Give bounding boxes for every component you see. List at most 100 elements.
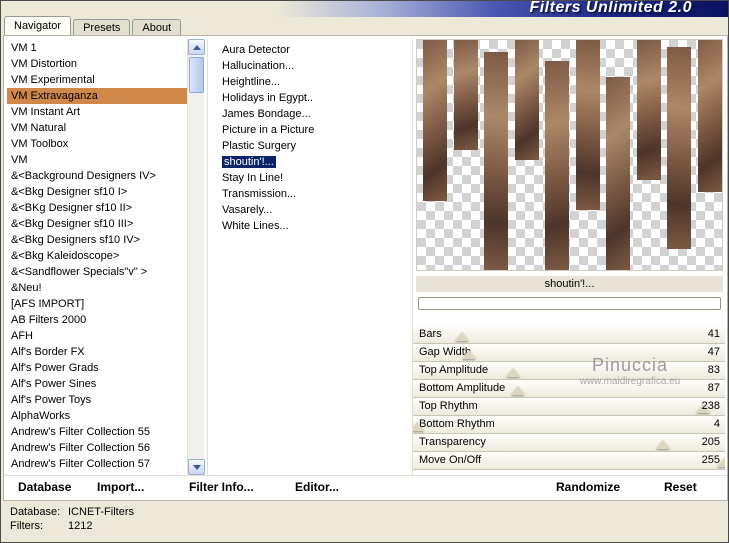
status-database: Database: ICNET-Filters — [10, 506, 134, 518]
preview-strip — [667, 46, 692, 250]
category-item[interactable]: Alf's Power Sines — [7, 376, 187, 392]
slider-value: 255 — [701, 454, 720, 466]
slider-value: 87 — [707, 382, 720, 394]
preview-strip — [453, 40, 478, 151]
slider-row[interactable]: Top Amplitude 83 — [413, 362, 725, 380]
slider-label: Bottom Amplitude — [419, 382, 506, 394]
category-item[interactable]: VM Distortion — [7, 56, 187, 72]
preview-strip — [484, 51, 509, 270]
slider-thumb[interactable] — [455, 332, 470, 341]
category-item[interactable]: AB Filters 2000 — [7, 312, 187, 328]
slider-row[interactable]: Transparency 205 — [413, 434, 725, 452]
slider-row[interactable]: Bottom Rhythm 4 — [413, 416, 725, 434]
filter-item[interactable]: White Lines... — [208, 218, 409, 234]
slider-panel: Bars 41 Gap Width 47 Top Amplitude 83 Bottom A… — [413, 326, 725, 470]
category-scrollbar[interactable] — [187, 39, 205, 475]
category-item[interactable]: Alf's Power Grads — [7, 360, 187, 376]
scrollbar-thumb[interactable] — [189, 57, 204, 93]
filter-item[interactable]: Stay In Line! — [208, 170, 409, 186]
category-item[interactable]: AlphaWorks — [7, 408, 187, 424]
slider-value: 47 — [707, 346, 720, 358]
slider-thumb[interactable] — [413, 422, 424, 431]
filters-unlimited-window: Filters Unlimited 2.0 Navigator Presets … — [0, 0, 729, 543]
slider-thumb[interactable] — [655, 440, 670, 449]
slider-row[interactable]: Top Rhythm 238 — [413, 398, 725, 416]
preview-strip — [697, 40, 722, 192]
slider-label: Bars — [419, 328, 442, 340]
slider-label: Top Amplitude — [419, 364, 489, 376]
category-item[interactable]: Alf's Power Toys — [7, 392, 187, 408]
category-item[interactable]: &<Bkg Kaleidoscope> — [7, 248, 187, 264]
filter-item[interactable]: James Bondage... — [208, 106, 409, 122]
filter-item[interactable]: Picture in a Picture — [208, 122, 409, 138]
category-item[interactable]: Andrew's Filter Collection 56 — [7, 440, 187, 456]
tab-presets[interactable]: Presets — [73, 19, 131, 35]
category-item[interactable]: VM Toolbox — [7, 136, 187, 152]
status-database-label: Database: — [10, 506, 61, 518]
category-item[interactable]: AFH — [7, 328, 187, 344]
slider-row[interactable]: Bottom Amplitude 87 — [413, 380, 725, 398]
filter-item[interactable]: Heightline... — [208, 74, 409, 90]
status-bar: Database:ICNET-Filters Filters:1212 Appl… — [1, 501, 728, 542]
slider-row[interactable]: Move On/Off 255 — [413, 452, 725, 470]
preview-filter-name: shoutin'!... — [416, 276, 723, 292]
preview-strip — [423, 40, 448, 201]
category-item[interactable]: &<Sandflower Specials"v" > — [7, 264, 187, 280]
preview-strip — [606, 76, 631, 270]
category-item[interactable]: VM Experimental — [7, 72, 187, 88]
tab-navigator[interactable]: Navigator — [4, 16, 72, 35]
filter-item[interactable]: Plastic Surgery — [208, 138, 409, 154]
editor-button[interactable]: Editor... — [295, 480, 339, 494]
slider-value: 238 — [701, 400, 720, 412]
slider-thumb[interactable] — [511, 386, 526, 395]
slider-row[interactable]: Gap Width 47 — [413, 344, 725, 362]
filter-item[interactable]: Aura Detector — [208, 42, 409, 58]
category-item[interactable]: &<Background Designers IV> — [7, 168, 187, 184]
import-button[interactable]: Import... — [97, 480, 144, 494]
category-item[interactable]: &<Bkg Designer sf10 III> — [7, 216, 187, 232]
filter-item[interactable]: Holidays in Egypt.. — [208, 90, 409, 106]
filter-item[interactable]: Hallucination... — [208, 58, 409, 74]
category-item[interactable]: &Neu! — [7, 280, 187, 296]
slider-thumb[interactable] — [506, 368, 521, 377]
window-title: Filters Unlimited 2.0 — [529, 0, 692, 16]
tab-bar: Navigator Presets About — [4, 16, 183, 35]
status-database-value: ICNET-Filters — [68, 506, 134, 518]
arrow-up-icon — [192, 45, 201, 50]
category-item[interactable]: Andrew's Filter Collection 55 — [7, 424, 187, 440]
title-bar: Filters Unlimited 2.0 — [1, 1, 728, 17]
filter-item[interactable]: Transmission... — [208, 186, 409, 202]
preview-area — [416, 39, 723, 271]
category-item[interactable]: VM Extravaganza — [7, 88, 187, 104]
database-button[interactable]: Database — [18, 480, 71, 494]
slider-thumb[interactable] — [462, 350, 477, 359]
scroll-down-button[interactable] — [188, 459, 205, 475]
slider-value: 205 — [701, 436, 720, 448]
preview-strip — [545, 60, 570, 270]
category-item[interactable]: [AFS IMPORT] — [7, 296, 187, 312]
slider-row[interactable]: Bars 41 — [413, 326, 725, 344]
slider-value: 41 — [707, 328, 720, 340]
filter-info-button[interactable]: Filter Info... — [189, 480, 254, 494]
category-item[interactable]: VM 1 — [7, 40, 187, 56]
status-filters: Filters: 1212 — [10, 520, 92, 532]
category-item[interactable]: &<Bkg Designers sf10 IV> — [7, 232, 187, 248]
filter-item[interactable]: shoutin'!... — [208, 154, 409, 170]
category-list: VM 1 VM Distortion VM Experimental VM Extra… — [7, 40, 187, 475]
tab-about[interactable]: About — [132, 19, 182, 35]
category-item[interactable]: VM Instant Art — [7, 104, 187, 120]
slider-label: Move On/Off — [419, 454, 482, 466]
preview-strip — [636, 40, 661, 181]
filter-item[interactable]: Vasarely... — [208, 202, 409, 218]
reset-button[interactable]: Reset — [664, 480, 697, 494]
category-item[interactable]: Andrew's Filter Collection 57 — [7, 456, 187, 472]
category-item[interactable]: VM — [7, 152, 187, 168]
category-item[interactable]: &<Bkg Designer sf10 I> — [7, 184, 187, 200]
randomize-button[interactable]: Randomize — [556, 480, 620, 494]
category-item[interactable]: VM Natural — [7, 120, 187, 136]
category-item[interactable]: Alf's Border FX — [7, 344, 187, 360]
category-item[interactable]: &<BKg Designer sf10 II> — [7, 200, 187, 216]
scroll-up-button[interactable] — [188, 39, 205, 55]
slider-label: Bottom Rhythm — [419, 418, 495, 430]
status-filters-label: Filters: — [10, 520, 43, 532]
